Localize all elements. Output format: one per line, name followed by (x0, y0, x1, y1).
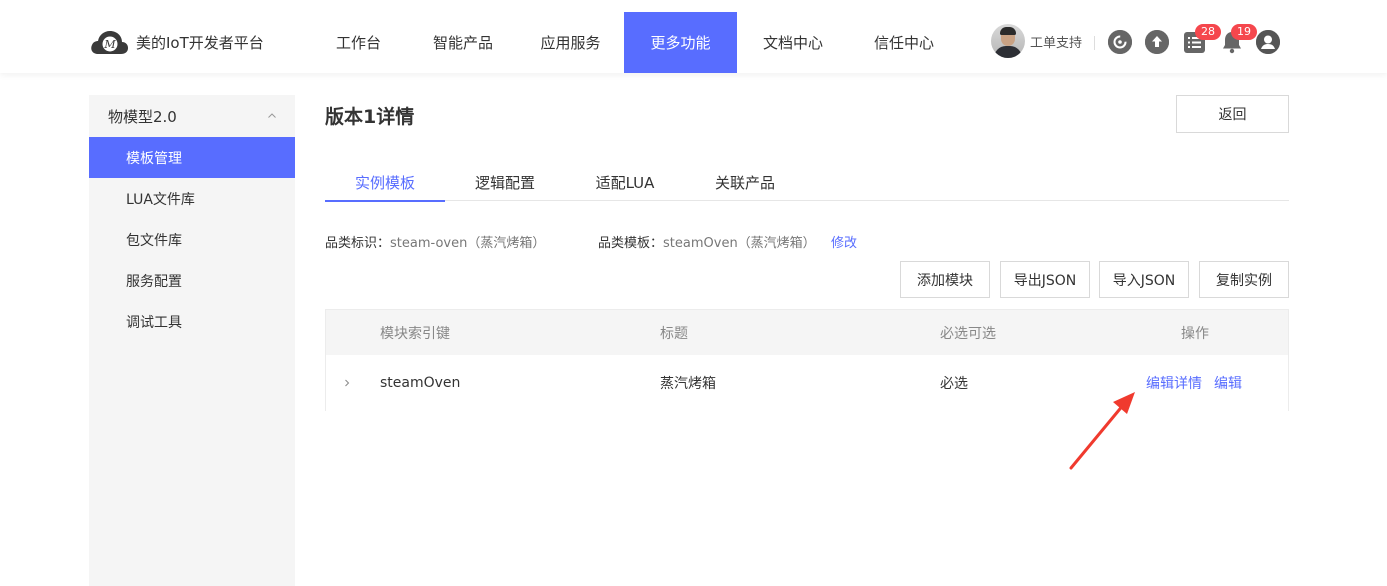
sidebar-group-header[interactable]: 物模型2.0 (89, 95, 295, 137)
chevron-up-icon[interactable] (267, 111, 277, 121)
tab-related-products[interactable]: 关联产品 (685, 163, 805, 201)
sidebar-item-lua-library[interactable]: LUA文件库 (89, 178, 295, 219)
nav-item-more-features[interactable]: 更多功能 (624, 12, 737, 73)
cell-required: 必选 (940, 376, 968, 392)
category-template-value: steamOven（蒸汽烤箱） (663, 236, 816, 251)
user-menu[interactable]: 工单支持 (991, 24, 1082, 58)
brand-title: 美的IoT开发者平台 (136, 33, 264, 52)
module-table: 模块索引键 标题 必选可选 操作 steamOven 蒸汽烤箱 必选 编辑详情 … (325, 309, 1289, 411)
sidebar: 物模型2.0 模板管理 LUA文件库 包文件库 服务配置 调试工具 (89, 95, 295, 586)
sidebar-item-service-config[interactable]: 服务配置 (89, 260, 295, 301)
task-count-badge: 28 (1195, 24, 1221, 40)
page-title: 版本1详情 (325, 106, 415, 128)
nav-item-trust-center[interactable]: 信任中心 (849, 12, 959, 73)
nav-item-app-services[interactable]: 应用服务 (517, 12, 624, 73)
nav-item-docs-center[interactable]: 文档中心 (737, 12, 849, 73)
category-id-label: 品类标识： (325, 236, 391, 251)
table-header: 模块索引键 标题 必选可选 操作 (326, 310, 1288, 355)
upload-icon[interactable] (1145, 30, 1169, 54)
user-name[interactable]: 工单支持 (1030, 32, 1082, 51)
back-button[interactable]: 返回 (1176, 95, 1289, 133)
cell-title: 蒸汽烤箱 (660, 376, 716, 392)
sidebar-item-template-management[interactable]: 模板管理 (89, 137, 295, 178)
import-json-button[interactable]: 导入JSON (1099, 261, 1189, 298)
edit-link[interactable]: 编辑 (1214, 355, 1242, 411)
cloud-logo-icon: M (89, 28, 129, 56)
main-nav: 工作台 智能产品 应用服务 更多功能 文档中心 信任中心 (308, 12, 959, 73)
export-json-button[interactable]: 导出JSON (1000, 261, 1090, 298)
table-row: steamOven 蒸汽烤箱 必选 编辑详情 编辑 (326, 355, 1288, 411)
svg-text:M: M (103, 38, 116, 51)
category-template-info: 品类模板：steamOven（蒸汽烤箱） (598, 232, 816, 251)
copy-instance-button[interactable]: 复制实例 (1199, 261, 1289, 298)
avatar[interactable] (991, 24, 1025, 58)
column-header-module-key: 模块索引键 (380, 325, 450, 342)
sidebar-item-package-library[interactable]: 包文件库 (89, 219, 295, 260)
column-header-actions: 操作 (1181, 325, 1209, 342)
modify-link[interactable]: 修改 (831, 232, 857, 251)
user-icon[interactable] (1256, 30, 1280, 54)
header-divider (1094, 36, 1095, 50)
expand-row-toggle[interactable] (342, 355, 352, 411)
brand-logo[interactable]: M 美的IoT开发者平台 (89, 28, 264, 56)
tab-logic-config[interactable]: 逻辑配置 (445, 163, 565, 201)
tab-bar: 实例模板 逻辑配置 适配LUA 关联产品 (325, 163, 1289, 202)
add-module-button[interactable]: 添加模块 (900, 261, 990, 298)
nav-item-smart-products[interactable]: 智能产品 (409, 12, 517, 73)
tab-instance-template[interactable]: 实例模板 (325, 163, 445, 202)
nav-item-workbench[interactable]: 工作台 (308, 12, 409, 73)
sidebar-item-debug-tools[interactable]: 调试工具 (89, 301, 295, 342)
cell-module-key: steamOven (380, 375, 461, 391)
category-template-label: 品类模板： (598, 236, 664, 251)
tab-adapt-lua[interactable]: 适配LUA (565, 163, 685, 201)
refresh-icon[interactable] (1108, 30, 1132, 54)
top-header: M 美的IoT开发者平台 工作台 智能产品 应用服务 更多功能 文档中心 信任中… (0, 0, 1387, 73)
column-header-required: 必选可选 (940, 325, 996, 342)
notification-count-badge: 19 (1231, 24, 1257, 40)
column-header-title: 标题 (660, 325, 688, 342)
chevron-right-icon[interactable] (342, 378, 352, 388)
category-id-info: 品类标识：steam-oven（蒸汽烤箱） (325, 232, 545, 251)
sidebar-group-title: 物模型2.0 (108, 107, 177, 126)
edit-details-link[interactable]: 编辑详情 (1146, 355, 1202, 411)
category-id-value: steam-oven（蒸汽烤箱） (390, 236, 546, 251)
